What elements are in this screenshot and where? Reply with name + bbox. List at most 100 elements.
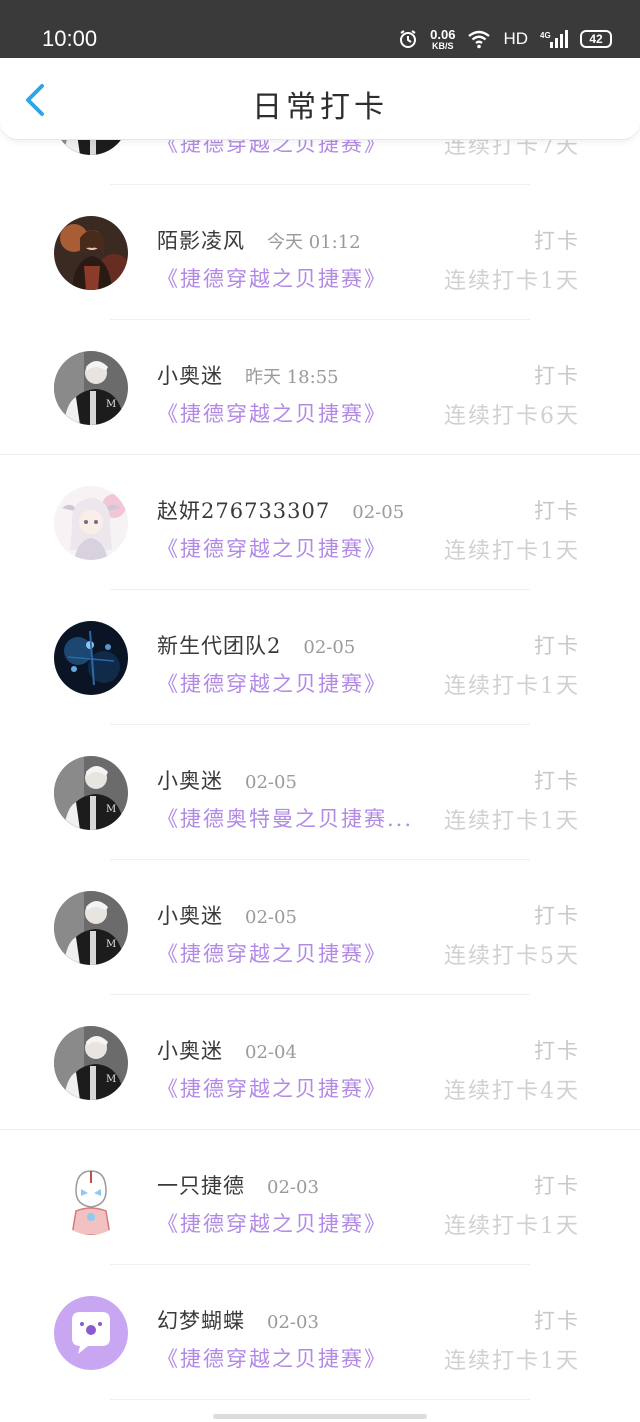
post-time: 02-05 bbox=[245, 907, 297, 928]
name-line: 陌影凌风 今天 01:12 bbox=[157, 225, 361, 255]
name-line: 赵妍276733307 02-05 bbox=[157, 495, 404, 525]
svg-text:M: M bbox=[106, 399, 116, 410]
hd-label: HD bbox=[503, 29, 528, 48]
post-time: 昨天 18:55 bbox=[245, 367, 339, 388]
home-indicator[interactable] bbox=[213, 1414, 427, 1419]
page-title: 日常打卡 bbox=[252, 90, 388, 125]
user-avatar[interactable] bbox=[54, 1161, 128, 1235]
checkin-feed[interactable]: M 《捷德穿越之贝捷赛》 连续打卡7天 陌影凌风 今天 01:12 打卡 《捷德… bbox=[0, 140, 640, 1422]
alarm-icon bbox=[400, 30, 417, 48]
streak-text: 连续打卡4天 bbox=[444, 1079, 580, 1104]
purple-chat-avatar-image bbox=[54, 1296, 128, 1370]
streak-text: 连续打卡6天 bbox=[444, 404, 580, 429]
boy-jacket-avatar-image: M bbox=[54, 351, 128, 425]
user-avatar[interactable]: M bbox=[54, 351, 128, 425]
streak-text: 连续打卡1天 bbox=[444, 1349, 580, 1374]
user-name[interactable]: 一只捷德 bbox=[157, 1170, 245, 1200]
streak-text: 连续打卡1天 bbox=[444, 269, 580, 294]
post-time: 02-05 bbox=[245, 772, 297, 793]
user-name[interactable]: 新生代团队2 bbox=[157, 630, 281, 660]
post-time: 02-05 bbox=[352, 502, 405, 523]
user-avatar[interactable]: M bbox=[54, 756, 128, 830]
post-time: 02-04 bbox=[245, 1042, 297, 1063]
boy-jacket-avatar-image: M bbox=[54, 140, 128, 155]
user-avatar[interactable]: M bbox=[54, 140, 128, 155]
svg-text:M: M bbox=[106, 804, 116, 815]
boy-jacket-avatar-image: M bbox=[54, 756, 128, 830]
svg-text:M: M bbox=[106, 939, 116, 950]
user-avatar[interactable] bbox=[54, 486, 128, 560]
girl-red-avatar-image bbox=[54, 216, 128, 290]
network-speed-unit: KB/S bbox=[432, 40, 454, 51]
boy-jacket-avatar-image: M bbox=[54, 891, 128, 965]
svg-text:M: M bbox=[106, 1074, 116, 1085]
post-time: 02-05 bbox=[303, 637, 356, 658]
topic-link[interactable]: 《捷德穿越之贝捷赛》 bbox=[157, 1073, 425, 1103]
checkin-row[interactable]: M 小奥迷 昨天 18:55 打卡 《捷德穿越之贝捷赛》 连续打卡6天 bbox=[0, 320, 640, 455]
topic-link[interactable]: 《捷德奥特曼之贝捷赛... bbox=[157, 803, 425, 833]
checkin-row[interactable]: M 《捷德穿越之贝捷赛》 连续打卡7天 bbox=[0, 140, 640, 185]
topic-link[interactable]: 《捷德穿越之贝捷赛》 bbox=[157, 1208, 425, 1238]
checkin-row[interactable]: 陌影凌风 今天 01:12 打卡 《捷德穿越之贝捷赛》 连续打卡1天 bbox=[0, 185, 640, 320]
streak-text: 连续打卡1天 bbox=[444, 539, 580, 564]
user-name[interactable]: 赵妍276733307 bbox=[157, 495, 330, 525]
user-name[interactable]: 陌影凌风 bbox=[157, 225, 245, 255]
name-line: 小奥迷 昨天 18:55 bbox=[157, 360, 339, 390]
post-time: 02-03 bbox=[267, 1177, 319, 1198]
user-name[interactable]: 小奥迷 bbox=[157, 900, 223, 930]
checkin-action-label: 打卡 bbox=[534, 1309, 580, 1333]
streak-text: 连续打卡5天 bbox=[444, 944, 580, 969]
checkin-action-label: 打卡 bbox=[534, 904, 580, 928]
user-avatar[interactable] bbox=[54, 216, 128, 290]
checkin-action-label: 打卡 bbox=[534, 769, 580, 793]
status-icons: 0.06 KB/S HD 4G 42 bbox=[398, 27, 612, 51]
user-name[interactable]: 小奥迷 bbox=[157, 360, 223, 390]
post-time: 02-03 bbox=[267, 1312, 319, 1333]
checkin-row[interactable]: 新生代团队2 02-05 打卡 《捷德穿越之贝捷赛》 连续打卡1天 bbox=[0, 590, 640, 725]
checkin-row[interactable]: M 小奥迷 02-05 打卡 《捷德奥特曼之贝捷赛... 连续打卡1天 bbox=[0, 725, 640, 860]
battery-indicator: 42 bbox=[580, 30, 612, 48]
checkin-row[interactable]: 一只捷德 02-03 打卡 《捷德穿越之贝捷赛》 连续打卡1天 bbox=[0, 1130, 640, 1265]
network-speed-value: 0.06 bbox=[430, 26, 456, 42]
checkin-action-label: 打卡 bbox=[534, 1174, 580, 1198]
user-avatar[interactable]: M bbox=[54, 1026, 128, 1100]
app-header: 日常打卡 bbox=[0, 58, 640, 140]
name-line: 小奥迷 02-05 bbox=[157, 765, 297, 795]
checkin-action-label: 打卡 bbox=[534, 634, 580, 658]
name-line: 小奥迷 02-05 bbox=[157, 900, 297, 930]
topic-link[interactable]: 《捷德穿越之贝捷赛》 bbox=[157, 938, 425, 968]
name-line: 新生代团队2 02-05 bbox=[157, 630, 355, 660]
checkin-row[interactable]: 赵妍276733307 02-05 打卡 《捷德穿越之贝捷赛》 连续打卡1天 bbox=[0, 455, 640, 590]
user-name[interactable]: 小奥迷 bbox=[157, 765, 223, 795]
network-speed: 0.06 KB/S bbox=[430, 28, 455, 51]
checkin-list: M 《捷德穿越之贝捷赛》 连续打卡7天 陌影凌风 今天 01:12 打卡 《捷德… bbox=[0, 140, 640, 1400]
name-line: 一只捷德 02-03 bbox=[157, 1170, 319, 1200]
name-line: 幻梦蝴蝶 02-03 bbox=[157, 1305, 319, 1335]
name-line: 小奥迷 02-04 bbox=[157, 1035, 297, 1065]
checkin-action-label: 打卡 bbox=[534, 364, 580, 388]
user-avatar[interactable] bbox=[54, 1296, 128, 1370]
streak-text: 连续打卡1天 bbox=[444, 809, 580, 834]
checkin-row[interactable]: 幻梦蝴蝶 02-03 打卡 《捷德穿越之贝捷赛》 连续打卡1天 bbox=[0, 1265, 640, 1400]
topic-link[interactable]: 《捷德穿越之贝捷赛》 bbox=[157, 533, 425, 563]
topic-link[interactable]: 《捷德穿越之贝捷赛》 bbox=[157, 263, 425, 293]
streak-text: 连续打卡7天 bbox=[444, 140, 580, 159]
network-type-label: 4G bbox=[540, 31, 551, 40]
row-divider bbox=[110, 1399, 530, 1400]
topic-link[interactable]: 《捷德穿越之贝捷赛》 bbox=[157, 398, 425, 428]
user-avatar[interactable]: M bbox=[54, 891, 128, 965]
topic-link[interactable]: 《捷德穿越之贝捷赛》 bbox=[157, 668, 425, 698]
streak-text: 连续打卡1天 bbox=[444, 674, 580, 699]
user-name[interactable]: 幻梦蝴蝶 bbox=[157, 1305, 245, 1335]
cellular-signal-icon: 4G bbox=[540, 30, 568, 48]
user-avatar[interactable] bbox=[54, 621, 128, 695]
checkin-row[interactable]: M 小奥迷 02-04 打卡 《捷德穿越之贝捷赛》 连续打卡4天 bbox=[0, 995, 640, 1130]
user-name[interactable]: 小奥迷 bbox=[157, 1035, 223, 1065]
topic-link[interactable]: 《捷德穿越之贝捷赛》 bbox=[157, 140, 425, 158]
topic-link[interactable]: 《捷德穿越之贝捷赛》 bbox=[157, 1343, 425, 1373]
status-time: 10:00 bbox=[42, 26, 98, 51]
status-bar: 10:00 0.06 KB/S HD 4G 42 bbox=[0, 0, 640, 58]
checkin-action-label: 打卡 bbox=[534, 499, 580, 523]
checkin-action-label: 打卡 bbox=[534, 1039, 580, 1063]
checkin-row[interactable]: M 小奥迷 02-05 打卡 《捷德穿越之贝捷赛》 连续打卡5天 bbox=[0, 860, 640, 995]
